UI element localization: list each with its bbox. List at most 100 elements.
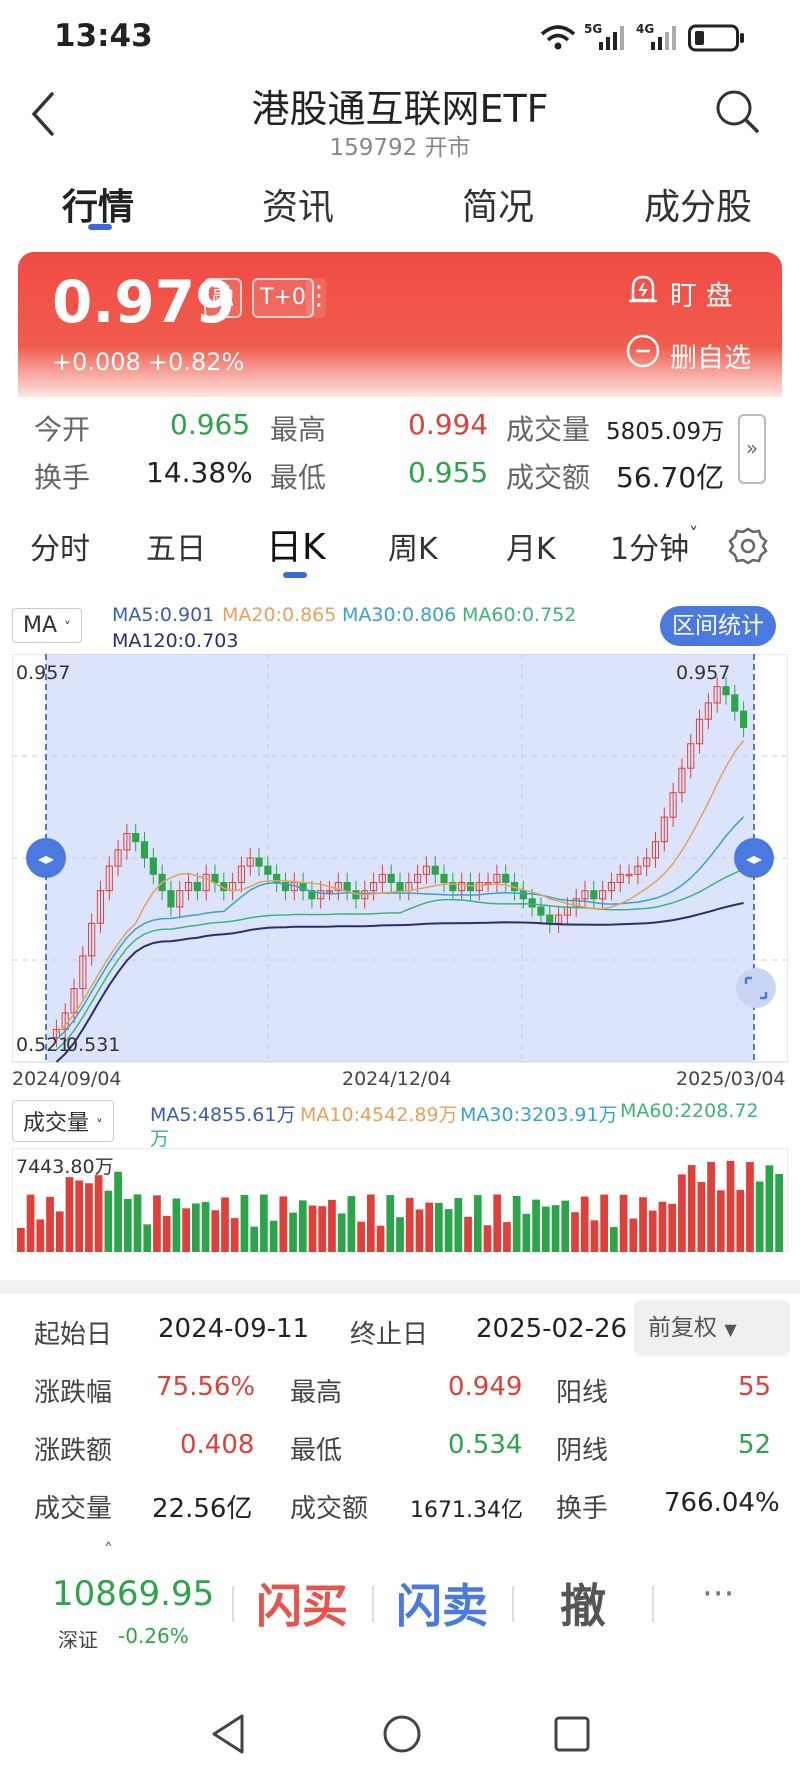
nav-recent-icon[interactable] (552, 1714, 592, 1754)
volume-bar (746, 1161, 754, 1252)
volume-bar (153, 1195, 161, 1252)
kline-chart[interactable]: ◂▸ ◂▸ 0.957 0.957 0.521 0.531 (11, 653, 789, 1064)
turnover-value: 14.38% (146, 456, 253, 489)
bell-alert-icon[interactable] (626, 272, 660, 308)
pct-value: 75.56% (156, 1372, 256, 1402)
remove-circle-icon[interactable] (626, 334, 660, 368)
volume-bar (464, 1216, 472, 1252)
volume-bar (493, 1194, 502, 1252)
volume-bar (318, 1206, 327, 1252)
range-start-handle[interactable]: ◂▸ (26, 838, 66, 878)
candle (167, 890, 175, 908)
range-turnover-value: 766.04% (664, 1488, 780, 1518)
volume-bar (211, 1210, 220, 1252)
period-monthly[interactable]: 月K (506, 524, 556, 568)
gear-icon[interactable] (728, 526, 768, 566)
volume-bar (55, 1211, 64, 1252)
candle (731, 694, 739, 712)
volume-bar (337, 1213, 346, 1252)
volume-bar (755, 1181, 764, 1252)
candle (590, 890, 598, 900)
adjust-dropdown[interactable]: 前复权 ▼ (634, 1300, 790, 1356)
volume-bar (123, 1198, 132, 1252)
period-intraday[interactable]: 分时 (30, 524, 90, 568)
divider (652, 1586, 654, 1622)
range-end-handle[interactable]: ◂▸ (734, 838, 774, 878)
volume-selector[interactable]: 成交量 ˅ (12, 1100, 115, 1142)
volume-bar (46, 1196, 54, 1252)
volume-bar (571, 1212, 579, 1252)
quick-buy-button[interactable]: 闪买 (256, 1570, 348, 1636)
volume-bar (503, 1222, 511, 1252)
volume-svg (11, 1147, 789, 1253)
volume-bar (201, 1202, 210, 1252)
end-date-label: 终止日 (350, 1320, 429, 1350)
end-date-value[interactable]: 2025-02-26 (476, 1314, 627, 1344)
volume-bar (444, 1209, 453, 1252)
volume-chart[interactable]: 7443.80万 (11, 1147, 789, 1253)
vol-ma10: MA10:4542.89万 (300, 1104, 458, 1126)
tab-constituents[interactable]: 成分股 (644, 178, 752, 230)
range-amount-label: 成交额 (290, 1494, 369, 1524)
tab-news[interactable]: 资讯 (262, 178, 334, 230)
more-menu-button[interactable]: ··· (702, 1574, 734, 1614)
chart-low-label-2: 0.531 (66, 1034, 121, 1056)
ma20-value: MA20:0.865 (222, 604, 337, 626)
period-minute-dropdown[interactable]: 1分钟˅ (610, 524, 698, 568)
range-stats-button[interactable]: 区间统计 (660, 606, 776, 646)
quick-sell-button[interactable]: 闪卖 (396, 1570, 488, 1636)
candle (519, 890, 527, 900)
open-label: 今开 (34, 413, 91, 446)
volume-bar (532, 1199, 540, 1252)
candle (537, 906, 545, 916)
period-weekly[interactable]: 周K (388, 524, 438, 568)
volume-bar (172, 1198, 181, 1252)
system-nav-bar (0, 1690, 800, 1778)
nav-back-icon[interactable] (208, 1712, 248, 1756)
vol-ma60-unit: 万 (150, 1128, 170, 1150)
index-value[interactable]: 10869.95 (52, 1574, 214, 1614)
low-value: 0.955 (408, 456, 489, 489)
volume-bar (765, 1165, 774, 1252)
range-stats-panel: 起始日 2024-09-11 终止日 2025-02-26 前复权 ▼ 涨跌幅 … (0, 1280, 800, 1530)
volume-bar (736, 1189, 745, 1252)
tab-indicator (88, 224, 112, 230)
fullscreen-icon[interactable] (736, 968, 776, 1008)
watch-button[interactable]: 盯 盘 (670, 274, 733, 313)
volume-bar (668, 1203, 677, 1252)
period-5day[interactable]: 五日 (146, 524, 206, 568)
period-daily[interactable]: 日K (266, 518, 326, 570)
start-date-value[interactable]: 2024-09-11 (158, 1314, 309, 1344)
period-tabs: 分时 五日 日K 周K 月K 1分钟˅ (0, 514, 800, 584)
wifi-icon (540, 25, 576, 50)
candle (343, 881, 351, 892)
tab-quote[interactable]: 行情 (62, 178, 134, 230)
search-icon[interactable] (712, 86, 762, 136)
adjust-dropdown-label: 前复权 (648, 1315, 717, 1341)
candle (740, 710, 748, 728)
nav-home-icon[interactable] (380, 1712, 424, 1756)
amount-value: 56.70亿 (616, 461, 725, 494)
volume-bar (483, 1225, 492, 1252)
turnover-label: 换手 (34, 461, 91, 494)
indicator-selector[interactable]: MA ˅ (12, 608, 83, 643)
ma60-value: MA60:0.752 (462, 604, 577, 626)
up-value: 55 (738, 1372, 772, 1402)
volume-bar (221, 1197, 229, 1252)
volume-bar (85, 1183, 93, 1252)
status-time: 13:43 (54, 18, 153, 54)
candle (264, 865, 272, 875)
remove-watchlist-button[interactable]: 删自选 (670, 336, 751, 375)
volume-bar (600, 1194, 609, 1252)
chevron-up-icon[interactable]: ˄ (104, 1540, 113, 1561)
tab-profile[interactable]: 简况 (462, 178, 534, 230)
cancel-order-button[interactable]: 撤 (560, 1570, 606, 1636)
expand-chevron-icon[interactable]: » (738, 414, 766, 484)
volume-bar (386, 1195, 395, 1252)
high-label: 最高 (270, 413, 327, 446)
volume-bar (473, 1195, 482, 1252)
more-dots-icon[interactable]: ⋮ (306, 278, 332, 318)
volume-bar (678, 1174, 686, 1252)
volume-bar (366, 1194, 375, 1252)
candle (255, 857, 263, 867)
